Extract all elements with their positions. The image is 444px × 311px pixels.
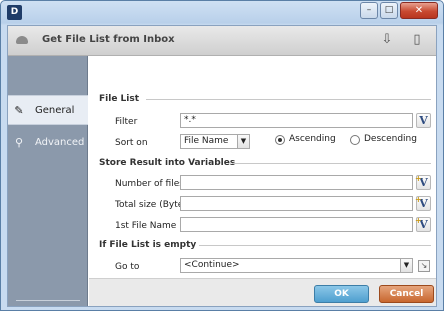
first-file-name-label: 1st File Name xyxy=(115,221,177,231)
total-size-variable-button[interactable]: V xyxy=(415,193,431,211)
sidebar-item-general[interactable]: ✎ General xyxy=(8,95,88,125)
go-to-label: Go to xyxy=(115,262,140,272)
dialog-footer: OK Cancel xyxy=(89,278,436,306)
dialog-title: Get File List from Inbox xyxy=(42,34,175,45)
close-button[interactable]: ✕ xyxy=(400,2,438,19)
sidebar-item-label: General xyxy=(35,105,75,116)
if-empty-section-title: If File List is empty xyxy=(99,240,197,250)
minimize-button[interactable]: – xyxy=(360,2,378,19)
general-panel: File List Filter *.* V Sort on File Name… xyxy=(89,56,436,278)
section-divider xyxy=(199,245,431,246)
total-size-input[interactable] xyxy=(180,196,413,211)
magnifier-icon: ⚲ xyxy=(14,136,24,149)
go-to-navigate-icon[interactable]: ↘ xyxy=(418,260,430,272)
radio-selected-icon xyxy=(275,135,285,145)
filter-label: Filter xyxy=(115,117,138,127)
sort-on-value: File Name xyxy=(184,136,229,146)
filter-variable-button[interactable]: V xyxy=(416,113,431,128)
chevron-down-icon[interactable]: ▼ xyxy=(237,135,249,148)
first-file-name-variable-button[interactable]: V xyxy=(415,214,431,232)
chevron-down-icon[interactable]: ▼ xyxy=(400,259,412,272)
dialog-client: Get File List from Inbox ⇩ ▯ ✎ General ⚲… xyxy=(7,25,437,307)
dialog-window: D – □ ✕ Get File List from Inbox ⇩ ▯ ✎ G… xyxy=(0,0,444,311)
number-of-files-input[interactable] xyxy=(180,175,413,190)
sidebar-item-label: Advanced xyxy=(35,137,85,148)
cancel-button[interactable]: Cancel xyxy=(379,285,434,303)
file-list-section-title: File List xyxy=(99,94,140,104)
app-logo-icon: D xyxy=(7,5,22,20)
section-divider xyxy=(146,99,431,100)
number-of-files-label: Number of files xyxy=(115,179,184,189)
sidebar-item-advanced[interactable]: ⚲ Advanced xyxy=(8,128,88,158)
ok-button[interactable]: OK xyxy=(314,285,369,303)
section-divider xyxy=(232,163,431,164)
cloud-icon xyxy=(16,36,28,44)
go-to-value: <Continue> xyxy=(184,260,240,270)
first-file-name-input[interactable] xyxy=(180,217,413,232)
filter-input[interactable]: *.* xyxy=(180,113,413,128)
sidebar: ✎ General ⚲ Advanced xyxy=(8,56,88,306)
go-to-dropdown[interactable]: <Continue> ▼ xyxy=(180,258,413,273)
sort-on-label: Sort on xyxy=(115,138,148,148)
sort-on-dropdown[interactable]: File Name ▼ xyxy=(180,134,250,149)
notes-icon[interactable]: ▯ xyxy=(409,32,425,48)
store-result-section-title: Store Result into Variables xyxy=(99,158,236,168)
pencil-icon: ✎ xyxy=(14,104,24,117)
maximize-button[interactable]: □ xyxy=(380,2,398,19)
sidebar-divider xyxy=(16,300,80,301)
save-add-icon[interactable]: ⇩ xyxy=(379,32,395,48)
sort-ascending-label: Ascending xyxy=(289,134,336,144)
sort-descending-label: Descending xyxy=(364,134,417,144)
dialog-header: Get File List from Inbox ⇩ ▯ xyxy=(8,26,436,56)
number-of-files-variable-button[interactable]: V xyxy=(415,172,431,190)
radio-unselected-icon xyxy=(350,135,360,145)
title-bar[interactable]: D – □ ✕ xyxy=(1,1,443,25)
